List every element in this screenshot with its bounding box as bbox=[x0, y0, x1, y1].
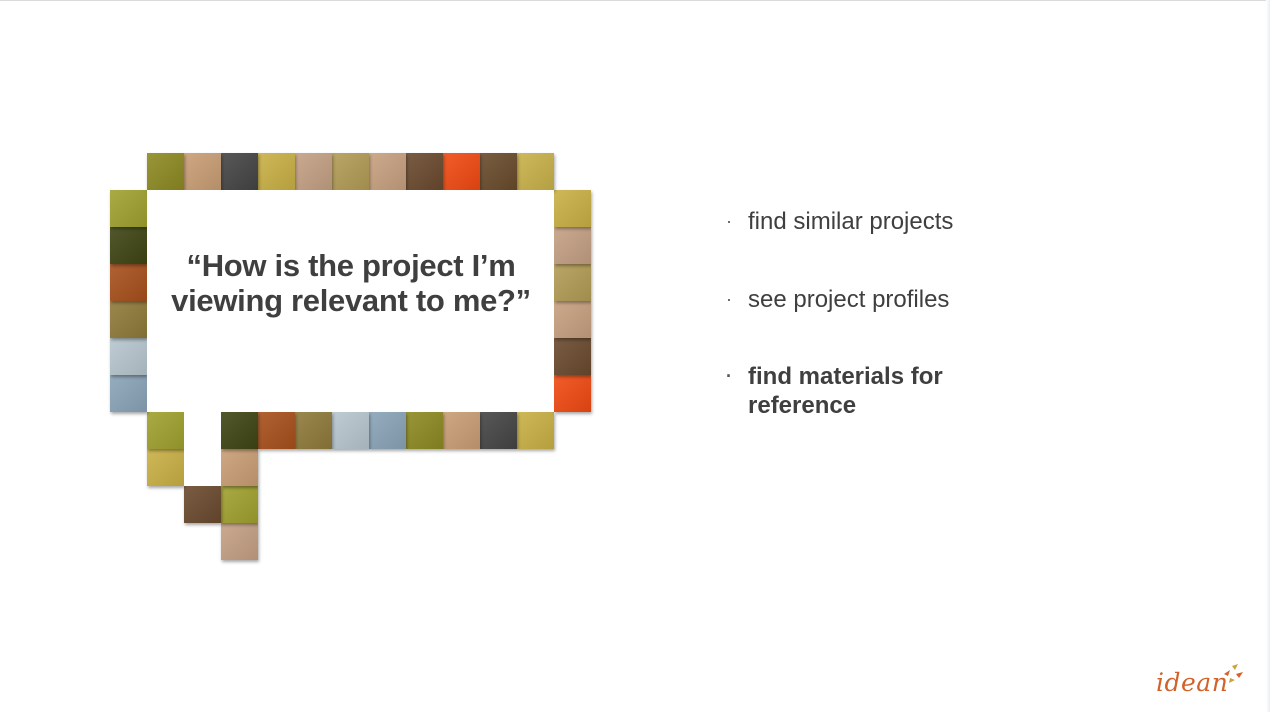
mosaic-tile bbox=[369, 153, 406, 190]
mosaic-tile bbox=[554, 301, 591, 338]
speech-bubble-tail-interior bbox=[184, 412, 221, 486]
mosaic-tile bbox=[221, 486, 258, 523]
mosaic-tile bbox=[110, 338, 147, 375]
mosaic-tile bbox=[554, 375, 591, 412]
mosaic-tile bbox=[258, 153, 295, 190]
slide: “How is the project I’m viewing relevant… bbox=[0, 0, 1270, 712]
mosaic-tile bbox=[258, 412, 295, 449]
mosaic-tile bbox=[295, 153, 332, 190]
mosaic-tile bbox=[406, 153, 443, 190]
mosaic-tile bbox=[221, 412, 258, 449]
mosaic-tile bbox=[554, 227, 591, 264]
mosaic-tile bbox=[332, 412, 369, 449]
mosaic-tile bbox=[554, 338, 591, 375]
mosaic-tile bbox=[110, 227, 147, 264]
idean-logo: idean bbox=[1156, 664, 1246, 704]
mosaic-tile bbox=[406, 412, 443, 449]
speech-bubble bbox=[0, 0, 1270, 712]
bullet-item-3: · find materials for reference bbox=[722, 362, 1022, 420]
mosaic-tile bbox=[332, 153, 369, 190]
mosaic-tile bbox=[147, 153, 184, 190]
bullet-text: find materials for reference bbox=[748, 363, 943, 419]
bullet-text: find similar projects bbox=[748, 208, 954, 235]
bullet-marker: · bbox=[726, 289, 732, 309]
mosaic-tile bbox=[480, 412, 517, 449]
mosaic-tile bbox=[184, 153, 221, 190]
bullet-marker: · bbox=[726, 211, 732, 231]
mosaic-tile bbox=[221, 449, 258, 486]
bullet-item-1: · find similar projects bbox=[722, 207, 1022, 236]
mosaic-tile bbox=[110, 264, 147, 301]
mosaic-tile bbox=[443, 412, 480, 449]
quote-text: “How is the project I’m viewing relevant… bbox=[171, 248, 531, 318]
mosaic-tile bbox=[110, 301, 147, 338]
mosaic-tile bbox=[480, 153, 517, 190]
mosaic-tile bbox=[221, 523, 258, 560]
bullet-item-2: · see project profiles bbox=[722, 285, 1022, 314]
mosaic-tile bbox=[221, 153, 258, 190]
bullet-marker: · bbox=[726, 366, 732, 386]
mosaic-tile bbox=[184, 486, 221, 523]
bullet-text: see project profiles bbox=[748, 286, 950, 313]
mosaic-tile bbox=[295, 412, 332, 449]
mosaic-tile bbox=[147, 412, 184, 449]
mosaic-tile bbox=[517, 412, 554, 449]
mosaic-tile bbox=[554, 190, 591, 227]
mosaic-tile bbox=[443, 153, 480, 190]
mosaic-tile bbox=[369, 412, 406, 449]
idean-star-icon bbox=[1224, 664, 1243, 683]
mosaic-tile bbox=[110, 375, 147, 412]
mosaic-tile bbox=[110, 190, 147, 227]
mosaic-tile bbox=[147, 449, 184, 486]
mosaic-tile bbox=[517, 153, 554, 190]
mosaic-tile bbox=[554, 264, 591, 301]
